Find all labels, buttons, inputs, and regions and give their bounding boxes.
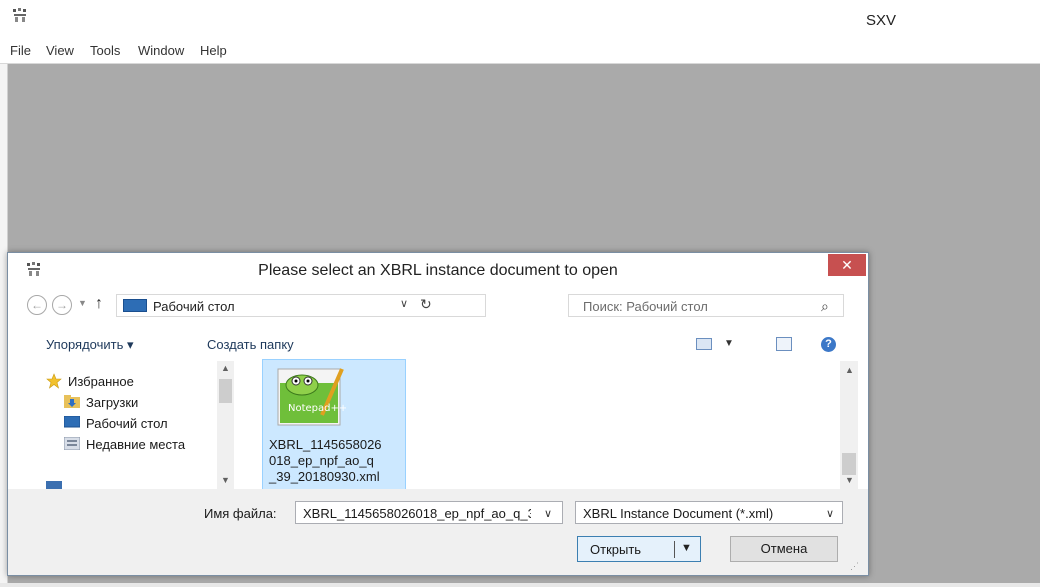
up-arrow-icon[interactable]: ↑ bbox=[95, 295, 103, 313]
resize-grip-icon[interactable]: ⋰ bbox=[850, 561, 859, 572]
filename-label: Имя файла: bbox=[204, 506, 277, 521]
open-button[interactable]: Открыть ▼ bbox=[577, 536, 701, 562]
nav-item-downloads[interactable]: Загрузки bbox=[86, 395, 138, 410]
menu-help[interactable]: Help bbox=[200, 43, 227, 58]
search-placeholder: Поиск: Рабочий стол bbox=[583, 299, 708, 314]
scroll-down-arrow-icon[interactable]: ▼ bbox=[221, 475, 230, 485]
filename-chevron-down-icon[interactable]: ∨ bbox=[544, 507, 552, 520]
menu-window[interactable]: Window bbox=[138, 43, 184, 58]
search-input[interactable]: Поиск: Рабочий стол ⌕ bbox=[568, 294, 844, 317]
menu-tools[interactable]: Tools bbox=[90, 43, 120, 58]
filename-value: XBRL_1145658026018_ep_npf_ao_q_39_201809… bbox=[303, 506, 531, 521]
filename-input[interactable]: XBRL_1145658026018_ep_npf_ao_q_39_201809… bbox=[295, 501, 563, 524]
preview-pane-icon[interactable] bbox=[776, 337, 792, 351]
refresh-icon[interactable]: ↻ bbox=[420, 296, 432, 313]
app-icon bbox=[13, 8, 26, 22]
recent-places-icon bbox=[64, 437, 80, 450]
app-title: SXV bbox=[866, 12, 897, 29]
open-file-dialog: Please select an XBRL instance document … bbox=[7, 252, 869, 576]
desktop-icon bbox=[123, 299, 147, 312]
star-icon bbox=[46, 373, 62, 389]
file-scroll-down-arrow-icon[interactable]: ▼ bbox=[845, 475, 854, 485]
filetype-chevron-down-icon[interactable]: ∨ bbox=[826, 507, 834, 520]
dialog-title: Please select an XBRL instance document … bbox=[258, 262, 618, 279]
file-name-label: XBRL_1145658026 018_ep_npf_ao_q _39_2018… bbox=[269, 437, 382, 484]
help-icon[interactable]: ? bbox=[821, 337, 836, 352]
organize-button[interactable]: Упорядочить ▾ bbox=[46, 337, 134, 353]
notepadpp-file-icon: Notepad++ bbox=[277, 368, 346, 426]
computer-icon bbox=[46, 481, 62, 489]
dialog-titlebar[interactable]: Please select an XBRL instance document … bbox=[8, 253, 868, 287]
scroll-up-arrow-icon[interactable]: ▲ bbox=[221, 363, 230, 373]
new-folder-button[interactable]: Создать папку bbox=[207, 337, 294, 352]
app-titlebar: SXV bbox=[0, 0, 1040, 38]
close-button[interactable]: ✕ bbox=[828, 254, 866, 276]
dialog-toolbar bbox=[8, 327, 868, 355]
file-scroll-thumb[interactable] bbox=[842, 453, 856, 475]
search-icon[interactable]: ⌕ bbox=[821, 298, 829, 315]
change-view-icon[interactable] bbox=[696, 338, 712, 350]
cancel-button[interactable]: Отмена bbox=[730, 536, 838, 562]
desktop-icon bbox=[64, 416, 80, 428]
open-dropdown-arrow-icon[interactable]: ▼ bbox=[681, 542, 692, 554]
nav-item-favorites[interactable]: Избранное bbox=[68, 374, 134, 389]
menubar: File View Tools Window Help bbox=[0, 40, 1040, 64]
menu-view[interactable]: View bbox=[46, 43, 74, 58]
forward-arrow-icon[interactable]: → bbox=[52, 295, 72, 315]
nav-item-desktop[interactable]: Рабочий стол bbox=[86, 416, 168, 431]
open-button-label: Открыть bbox=[590, 542, 642, 557]
view-chevron-down-icon[interactable]: ▼ bbox=[724, 338, 734, 349]
file-list-scrollbar[interactable]: ▲ ▼ bbox=[840, 361, 858, 489]
navigation-scrollbar[interactable]: ▲ ▼ bbox=[217, 361, 234, 489]
navigation-scroll-thumb[interactable] bbox=[219, 379, 232, 403]
filetype-value: XBRL Instance Document (*.xml) bbox=[583, 506, 774, 521]
window-bottom-edge bbox=[0, 583, 1040, 587]
recent-locations-chevron-icon[interactable]: ▼ bbox=[78, 298, 87, 308]
address-text: Рабочий стол bbox=[153, 299, 235, 314]
address-chevron-down-icon[interactable]: ∨ bbox=[400, 297, 408, 310]
file-scroll-up-arrow-icon[interactable]: ▲ bbox=[845, 365, 854, 375]
menu-file[interactable]: File bbox=[10, 43, 31, 58]
nav-item-recent-places[interactable]: Недавние места bbox=[86, 437, 185, 452]
filetype-select[interactable]: XBRL Instance Document (*.xml) ∨ bbox=[575, 501, 843, 524]
notepadpp-logo-text: Notepad++ bbox=[288, 403, 346, 414]
navigation-pane: Избранное Загрузки Рабочий стол Недавние… bbox=[26, 361, 237, 489]
open-button-separator bbox=[674, 541, 675, 558]
back-arrow-icon[interactable]: ← bbox=[27, 295, 47, 315]
downloads-folder-icon bbox=[64, 395, 80, 408]
